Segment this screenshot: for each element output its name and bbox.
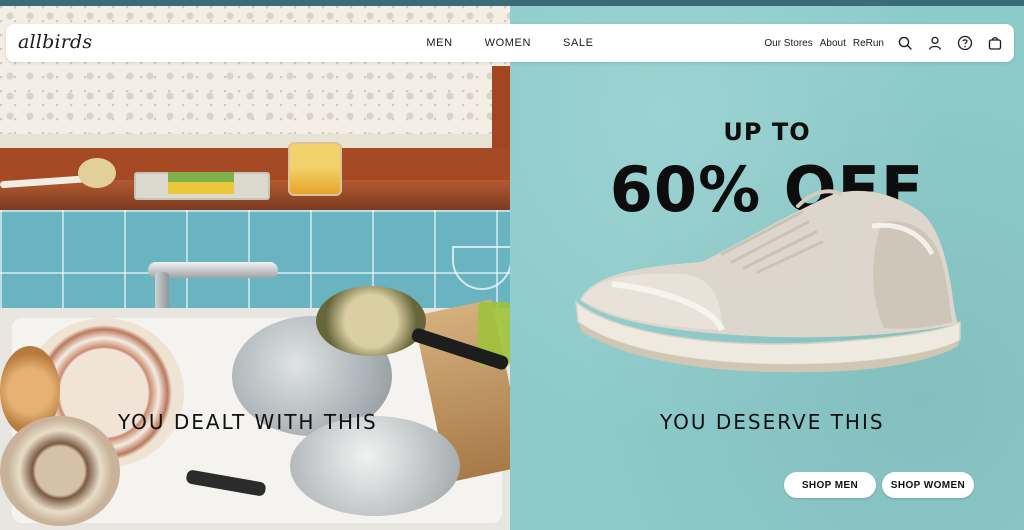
nav-our-stores[interactable]: Our Stores: [764, 38, 812, 49]
brand-logo[interactable]: allbirds: [18, 31, 92, 53]
shop-women-button[interactable]: SHOP WOMEN: [882, 472, 974, 498]
shop-men-button[interactable]: SHOP MEN: [784, 472, 876, 498]
left-caption: YOU DEALT WITH THIS: [118, 410, 378, 434]
sponge-scrub: [168, 172, 234, 182]
food-bowl: [316, 286, 426, 356]
hero-image-left: [0, 6, 510, 530]
sponge: [168, 182, 234, 194]
curtain-hem: [0, 134, 510, 148]
secondary-nav: Our Stores About ReRun: [764, 24, 1004, 62]
promo-line-1: UP TO: [723, 118, 811, 146]
help-icon[interactable]: [956, 34, 974, 52]
sneaker-image: [575, 189, 961, 373]
search-icon[interactable]: [896, 34, 914, 52]
hero-promo-right: UP TO 60% OFF: [510, 6, 1024, 530]
nav-women[interactable]: WOMEN: [485, 37, 531, 49]
cart-icon[interactable]: [986, 34, 1004, 52]
dirty-plate: [0, 416, 120, 526]
account-icon[interactable]: [926, 34, 944, 52]
site-header: allbirds MEN WOMEN SALE Our Stores About…: [6, 24, 1014, 62]
nav-rerun[interactable]: ReRun: [853, 38, 884, 49]
nav-about[interactable]: About: [820, 38, 846, 49]
dish-brush-head: [78, 158, 116, 188]
nav-men[interactable]: MEN: [426, 37, 452, 49]
faucet-spout: [155, 272, 169, 312]
soap-jar: [288, 142, 342, 196]
page: UP TO 60% OFF YOU DEALT WITH THIS YOU DE…: [0, 6, 1024, 530]
nav-sale[interactable]: SALE: [563, 37, 594, 49]
right-caption: YOU DESERVE THIS: [660, 410, 885, 434]
